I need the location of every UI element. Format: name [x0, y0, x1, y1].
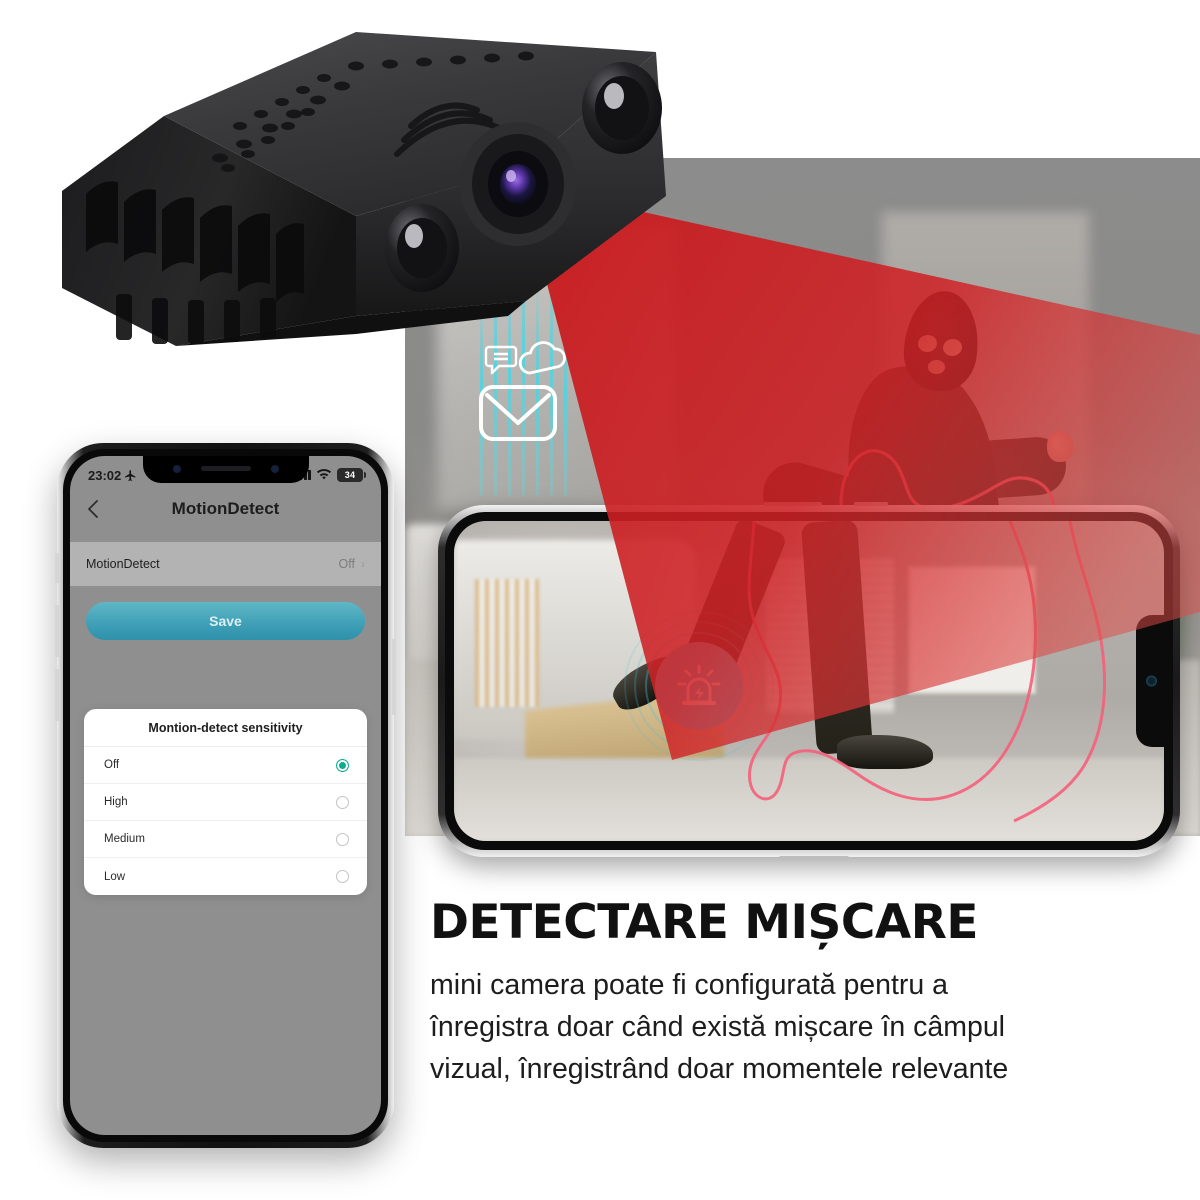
sensitivity-option-low[interactable]: Low: [84, 858, 367, 895]
setting-value: Off: [338, 557, 355, 571]
phone-land-live-view[interactable]: [454, 521, 1164, 841]
ir-led-top-right: [582, 62, 662, 154]
sensitivity-dialog-title: Montion-detect sensitivity: [84, 709, 367, 747]
landscape-phone: [438, 502, 1180, 860]
radio-button[interactable]: [336, 795, 349, 809]
camera-lens: [460, 122, 576, 246]
ir-led-bottom-left: [385, 204, 459, 292]
phone-power-button[interactable]: [392, 639, 396, 715]
phone-notch: [142, 456, 309, 483]
alarm-badge: [624, 610, 775, 761]
status-bar-time: 23:02: [88, 467, 122, 483]
siren-alarm-icon: [655, 641, 744, 730]
option-label: High: [104, 796, 128, 808]
option-label: Off: [104, 759, 120, 771]
live-view-motion-outline: [747, 521, 1106, 823]
radio-button[interactable]: [336, 832, 349, 846]
page-title: MotionDetect: [171, 499, 280, 518]
promo-banner: 23:02 34 MotionDetect MotionDetect Off ›…: [0, 0, 1200, 1200]
body-line-2: înregistra doar când există mișcare în c…: [430, 1011, 1006, 1044]
setting-label: MotionDetect: [86, 557, 160, 571]
body-line-3: vizual, înregistrând doar momentele rele…: [430, 1053, 1009, 1086]
sensitivity-option-high[interactable]: High: [84, 784, 367, 821]
airplane-icon: [125, 469, 136, 481]
phone-mute-switch[interactable]: [55, 553, 59, 583]
burglar-hand-right: [1047, 430, 1073, 463]
sensitivity-option-medium[interactable]: Medium: [84, 821, 367, 858]
headline: DETECTARE MIȘCARE: [430, 895, 979, 950]
earpiece-speaker: [200, 466, 251, 471]
motion-detect-setting-row[interactable]: MotionDetect Off ›: [70, 542, 381, 586]
app-screen: 23:02 34 MotionDetect MotionDetect Off ›…: [70, 456, 381, 1135]
sensitivity-dialog: Montion-detect sensitivity Off High Medi…: [84, 709, 367, 895]
app-nav-bar: MotionDetect: [70, 488, 381, 530]
mini-spy-camera: [62, 32, 666, 346]
phone-volume-up-button[interactable]: [55, 605, 59, 657]
save-button[interactable]: Save: [86, 602, 365, 640]
sensitivity-option-off[interactable]: Off: [84, 747, 367, 784]
option-label: Low: [104, 870, 126, 883]
wifi-icon: [317, 469, 331, 480]
front-camera-icon: [1146, 675, 1157, 687]
portrait-phone: 23:02 34 MotionDetect MotionDetect Off ›…: [55, 443, 396, 1148]
option-label: Medium: [104, 833, 145, 845]
radio-button[interactable]: [336, 870, 349, 883]
phone-land-notch: [1136, 615, 1164, 747]
phone-land-power-button[interactable]: [779, 856, 850, 860]
body-line-1: mini camera poate fi configurată pentru …: [430, 969, 949, 1002]
chevron-right-icon: ›: [361, 557, 365, 571]
phone-land-volume-button[interactable]: [764, 502, 823, 506]
phone-land-mute-button[interactable]: [853, 502, 888, 506]
face-id-sensor-icon: [172, 465, 181, 473]
front-camera-icon: [270, 465, 279, 473]
radio-button-selected[interactable]: [336, 758, 349, 772]
battery-indicator: 34: [337, 468, 366, 482]
burglar-balaclava-head: [899, 287, 983, 395]
marketing-text: DETECTARE MIȘCARE mini camera poate fi c…: [430, 898, 1175, 1091]
body-copy: mini camera poate fi configurată pentru …: [430, 965, 1175, 1091]
phone-volume-down-button[interactable]: [55, 669, 59, 721]
envelope-icon: [479, 385, 557, 441]
